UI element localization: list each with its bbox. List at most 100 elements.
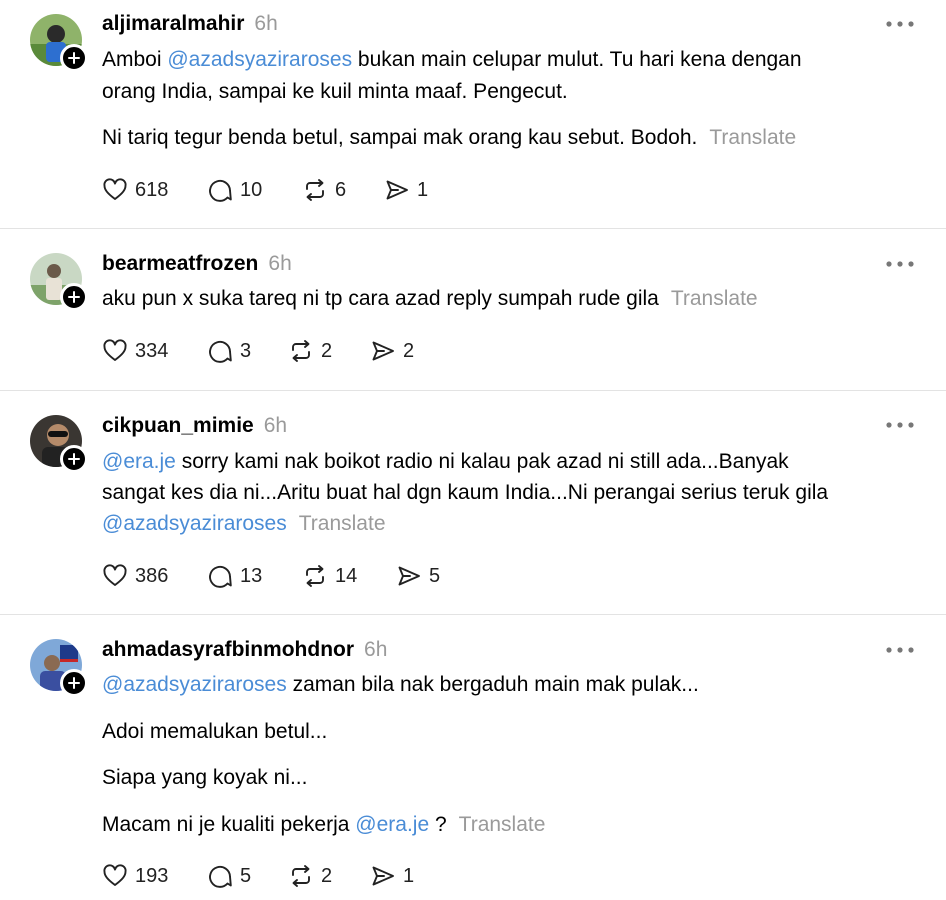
like-button[interactable]: 386	[102, 561, 168, 591]
follow-plus-icon[interactable]	[60, 669, 88, 697]
post-card: ahmadasyrafbinmohdnor 6h @azadsyazirarose…	[0, 615, 946, 900]
post-time: 6h	[364, 638, 388, 661]
post-card: aljimaralmahir 6h Amboi @azadsyaziraroses…	[0, 0, 946, 228]
repost-button[interactable]: 14	[302, 561, 357, 591]
repost-icon	[292, 865, 310, 887]
repost-count: 2	[321, 339, 333, 362]
text: aku pun x suka tareq ni tp cara azad rep…	[102, 287, 659, 310]
text: Adoi memalukan betul...	[102, 720, 328, 743]
post-text-line: sangat kes dia ni...Aritu buat hal dgn k…	[102, 477, 828, 509]
reply-count: 10	[240, 178, 263, 201]
username[interactable]: aljimaralmahir	[102, 12, 244, 35]
heart-icon	[103, 564, 127, 586]
heart-icon	[103, 864, 127, 886]
username[interactable]: cikpuan_mimie	[102, 414, 254, 437]
more-options-icon[interactable]	[884, 420, 916, 430]
text: Amboi	[102, 48, 168, 71]
send-icon	[372, 341, 394, 361]
mention-link[interactable]: @azadsyaziraroses	[102, 673, 287, 696]
like-button[interactable]: 193	[102, 861, 168, 891]
post-text-line: Siapa yang koyak ni...	[102, 762, 307, 794]
repost-button[interactable]: 6	[302, 175, 346, 205]
reply-count: 5	[240, 864, 252, 887]
reply-button[interactable]: 3	[207, 336, 251, 366]
share-button[interactable]: 1	[384, 175, 428, 205]
more-options-icon[interactable]	[884, 645, 916, 655]
more-options-icon[interactable]	[884, 19, 916, 29]
like-count: 193	[135, 864, 169, 887]
translate-link[interactable]: Translate	[459, 813, 546, 836]
follow-plus-icon[interactable]	[60, 445, 88, 473]
mention-link[interactable]: @azadsyaziraroses	[167, 48, 352, 71]
repost-count: 2	[321, 864, 333, 887]
repost-icon	[306, 565, 324, 587]
text: Siapa yang koyak ni...	[102, 766, 308, 789]
send-icon	[398, 566, 420, 586]
username-row: bearmeatfrozen 6h	[102, 252, 292, 276]
text: zaman bila nak bergaduh main mak pulak..…	[286, 673, 699, 696]
text: orang India, sampai ke kuil minta maaf. …	[102, 80, 568, 103]
post-text-line: Macam ni je kualiti pekerja @era.je ? Tra…	[102, 809, 545, 841]
username-row: aljimaralmahir 6h	[102, 12, 278, 36]
share-button[interactable]: 1	[370, 861, 414, 891]
text: sorry kami nak boikot radio ni kalau pak…	[175, 450, 789, 473]
mention-link[interactable]: @era.je	[102, 450, 176, 473]
username-row: cikpuan_mimie 6h	[102, 414, 287, 438]
username[interactable]: ahmadasyrafbinmohdnor	[102, 638, 354, 661]
like-count: 386	[135, 564, 169, 587]
post-text-line: @azadsyaziraroses zaman bila nak bergadu…	[102, 669, 699, 701]
text: ?	[429, 813, 447, 836]
comment-icon	[209, 865, 232, 888]
like-button[interactable]: 334	[102, 336, 168, 366]
repost-button[interactable]: 2	[288, 861, 332, 891]
repost-icon	[306, 179, 324, 201]
text: bukan main celupar mulut. Tu hari kena d…	[352, 48, 802, 71]
post-text-line: Adoi memalukan betul...	[102, 716, 327, 748]
post-card: cikpuan_mimie 6h @era.je sorry kami nak b…	[0, 391, 946, 614]
follow-plus-icon[interactable]	[60, 283, 88, 311]
share-count: 5	[429, 564, 441, 587]
username[interactable]: bearmeatfrozen	[102, 252, 258, 275]
share-button[interactable]: 5	[396, 561, 440, 591]
follow-plus-icon[interactable]	[60, 44, 88, 72]
text: Ni tariq tegur benda betul, sampai mak o…	[102, 126, 698, 149]
post-text-line: Ni tariq tegur benda betul, sampai mak o…	[102, 122, 796, 154]
more-options-icon[interactable]	[884, 259, 916, 269]
comment-icon	[209, 179, 232, 202]
repost-count: 14	[335, 564, 358, 587]
post-card: bearmeatfrozen 6h aku pun x suka tareq ni…	[0, 229, 946, 390]
like-button[interactable]: 618	[102, 175, 168, 205]
post-text-line: @era.je sorry kami nak boikot radio ni k…	[102, 446, 789, 478]
like-count: 334	[135, 339, 169, 362]
heart-icon	[103, 339, 127, 361]
translate-link[interactable]: Translate	[671, 287, 758, 310]
share-count: 1	[417, 178, 429, 201]
reply-count: 3	[240, 339, 252, 362]
post-time: 6h	[263, 414, 288, 437]
comment-icon	[209, 565, 232, 588]
heart-icon	[103, 178, 127, 200]
post-text-line: orang India, sampai ke kuil minta maaf. …	[102, 76, 568, 108]
translate-link[interactable]: Translate	[299, 512, 386, 535]
username-row: ahmadasyrafbinmohdnor 6h	[102, 638, 387, 662]
post-time: 6h	[268, 252, 292, 275]
text: sangat kes dia ni...Aritu buat hal dgn k…	[102, 481, 829, 504]
post-time: 6h	[254, 12, 278, 35]
translate-link[interactable]: Translate	[709, 126, 796, 149]
reply-button[interactable]: 10	[207, 175, 262, 205]
repost-icon	[292, 340, 310, 362]
comment-icon	[209, 340, 232, 363]
mention-link[interactable]: @era.je	[355, 813, 429, 836]
send-icon	[372, 866, 394, 886]
reply-button[interactable]: 5	[207, 861, 251, 891]
reply-button[interactable]: 13	[207, 561, 262, 591]
share-button[interactable]: 2	[370, 336, 414, 366]
repost-button[interactable]: 2	[288, 336, 332, 366]
post-text-line: aku pun x suka tareq ni tp cara azad rep…	[102, 283, 758, 315]
post-text-line: Amboi @azadsyaziraroses bukan main celup…	[102, 44, 802, 76]
share-count: 2	[403, 339, 415, 362]
reply-count: 13	[240, 564, 263, 587]
post-text-line: @azadsyaziraroses Translate	[102, 508, 386, 540]
mention-link[interactable]: @azadsyaziraroses	[102, 512, 287, 535]
text: Macam ni je kualiti pekerja	[102, 813, 356, 836]
